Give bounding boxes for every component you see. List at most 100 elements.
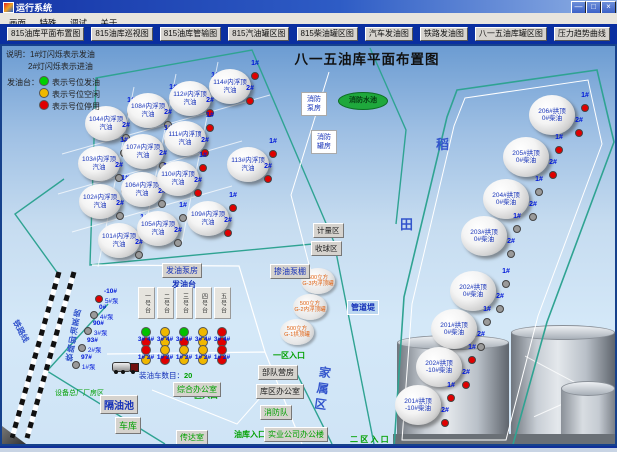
label-army-barracks: 部队营房 xyxy=(258,365,298,380)
label-comprehensive-office: 综合办公室 xyxy=(173,382,221,397)
tank-name: 201#拱顶 xyxy=(404,398,431,406)
pump-state-icon xyxy=(90,311,98,319)
label-paddy-2: 田 xyxy=(400,214,413,233)
btn-815-diesel-area[interactable]: 815柴油罐区图 xyxy=(297,27,358,41)
legend-green-dot xyxy=(39,76,49,86)
legend-red-dot xyxy=(39,100,49,110)
indicator-2: 2# xyxy=(437,407,453,432)
btn-pressure-trend[interactable]: 压力趋势曲线 xyxy=(554,27,610,41)
truck-count: 装油车数目：20 xyxy=(139,370,192,381)
tank-name: G-3内浮顶罐 xyxy=(302,281,333,288)
indicator-2: 2# xyxy=(545,159,561,184)
label-company-office: 实业公司办公楼 xyxy=(264,427,328,442)
tank-product: 汽油 xyxy=(242,165,255,173)
label-equipment-area: 设备总厂厂房区 xyxy=(55,388,104,398)
indicator-1: 1# xyxy=(551,134,567,159)
tank-product: 汽油 xyxy=(172,179,185,187)
truck-count-value: 20 xyxy=(184,371,192,380)
legend-line2: 2#灯闪烁表示进油 xyxy=(28,61,93,72)
tank-product: 汽油 xyxy=(142,111,155,119)
label-depot-entrance: 油库入口 xyxy=(234,429,266,440)
tank-product: 0#柴油 xyxy=(474,236,494,244)
legend-yellow-dot xyxy=(39,88,49,98)
indicator-2: 2# xyxy=(260,163,276,188)
tank-product: 汽油 xyxy=(224,87,237,95)
legend-yellow-label: 表示号位空闲 xyxy=(52,89,100,100)
label-zone2-entrance: 二 区 入 口 xyxy=(350,434,389,445)
label-oil-separator: 隔油池 xyxy=(100,395,138,414)
btn-815-gasoline-area[interactable]: 815汽油罐区图 xyxy=(228,27,289,41)
indicator-2: 2# xyxy=(112,200,128,225)
pump-4: 0# 4#泵 xyxy=(90,304,114,321)
btn-truck-loading[interactable]: 汽车发油图 xyxy=(365,27,413,41)
tank-name: 202#拱顶 xyxy=(459,284,486,292)
label-dispensing-pump-house: 发油泵房 xyxy=(162,263,202,278)
middle-divider xyxy=(334,242,374,444)
legend-line1: 1#灯闪烁表示发油 xyxy=(30,50,95,59)
platform-name: 一号台 xyxy=(138,287,155,319)
label-pipeline-bund: 管道堤 xyxy=(347,300,379,315)
indicator-1: 1# xyxy=(464,344,480,369)
pump-state-icon xyxy=(95,295,103,303)
title-bar: 运行系统 — □ × xyxy=(0,0,617,13)
platform-name: 二号台 xyxy=(157,287,174,319)
toolbar: 815油库平面布置图 815油库巡视图 815油库管输图 815汽油罐区图 81… xyxy=(0,24,617,44)
platform-3: 三号台 3# 4# 1# 2# xyxy=(174,287,194,361)
pump-state-icon xyxy=(78,344,86,352)
pump-state-icon xyxy=(84,327,92,335)
app-icon xyxy=(3,2,14,13)
legend-red-label: 表示号位停用 xyxy=(52,101,100,112)
label-garage: 车库 xyxy=(115,417,141,434)
btn-815-tank-area[interactable]: 八一五油库罐区图 xyxy=(475,27,547,41)
tank-product: 汽油 xyxy=(136,190,149,198)
tank-product: 汽油 xyxy=(113,241,126,249)
paddy-strip-border xyxy=(370,48,406,224)
tank-product: -10#柴油 xyxy=(405,405,431,413)
platform-4: 四号台 3# 4# 1# 2# xyxy=(193,287,213,361)
tank-name: 205#拱顶 xyxy=(512,150,539,158)
legend-note: 说明：1#灯闪烁表示发油 xyxy=(6,49,95,60)
indicator-2: 2# xyxy=(190,177,206,202)
label-fire-pump-house: 消防泵房 xyxy=(301,92,327,116)
indicator-1: 1# xyxy=(202,112,218,137)
tank-product: 汽油 xyxy=(93,164,106,172)
window-bottom-edge xyxy=(0,446,617,452)
indicator-1: 1# xyxy=(443,382,459,407)
indicator-2: 2# xyxy=(525,201,541,226)
pump-state-icon xyxy=(72,361,80,369)
map-canvas: 八一五油库平面布置图 说明：1#灯闪烁表示发油 2#灯闪烁表示进油 发油台： 表… xyxy=(0,44,617,446)
tank-product: 汽油 xyxy=(184,99,197,107)
tank-product: 0#柴油 xyxy=(496,199,516,207)
tank-product: 汽油 xyxy=(94,202,107,210)
tank-product: 汽油 xyxy=(202,219,215,227)
indicator-2: 2# xyxy=(131,239,147,264)
btn-815-plan-layout[interactable]: 815油库平面布置图 xyxy=(7,27,84,41)
legend-green-label: 表示号位发油 xyxy=(52,77,100,88)
label-fire-pond: 消防水池 xyxy=(338,92,388,110)
label-blend-pump-shed: 掺油泵棚 xyxy=(270,264,310,279)
platform-5: 五号台 3# 4# 1# 2# xyxy=(212,287,232,361)
btn-rail-loading[interactable]: 铁路发油图 xyxy=(420,27,468,41)
btn-815-pipeline[interactable]: 815油库管输图 xyxy=(160,27,221,41)
indicator-2: 2# xyxy=(170,227,186,252)
indicator-2: 2# xyxy=(503,238,519,263)
tank-product: 汽油 xyxy=(152,229,165,237)
pump-5: -10# 5#泵 xyxy=(95,288,119,305)
pump-3: 90# 3#泵 xyxy=(84,320,108,337)
platform-2: 二号台 3# 4# 1# 2# xyxy=(155,287,175,361)
west-boundary xyxy=(15,179,64,275)
pump-2: 93# 2#泵 xyxy=(78,337,102,354)
indicator-2: 2# xyxy=(242,85,258,110)
label-depot-office: 库区办公室 xyxy=(256,384,304,399)
platform-name: 四号台 xyxy=(195,287,212,319)
indicator-1: 1# xyxy=(265,138,281,163)
btn-815-patrol[interactable]: 815油库巡视图 xyxy=(91,27,152,41)
map-title: 八一五油库平面布置图 xyxy=(252,48,482,68)
label-zone1-entrance-a: 一区入口 xyxy=(273,350,305,361)
tank-product: 0#柴油 xyxy=(516,157,536,165)
tank-product: 汽油 xyxy=(137,152,150,160)
platform-name: 五号台 xyxy=(214,287,231,319)
indicator-1: 1# xyxy=(509,213,525,238)
tank-name: 201#拱顶 xyxy=(440,322,467,330)
tank-product: 汽油 xyxy=(179,139,192,147)
